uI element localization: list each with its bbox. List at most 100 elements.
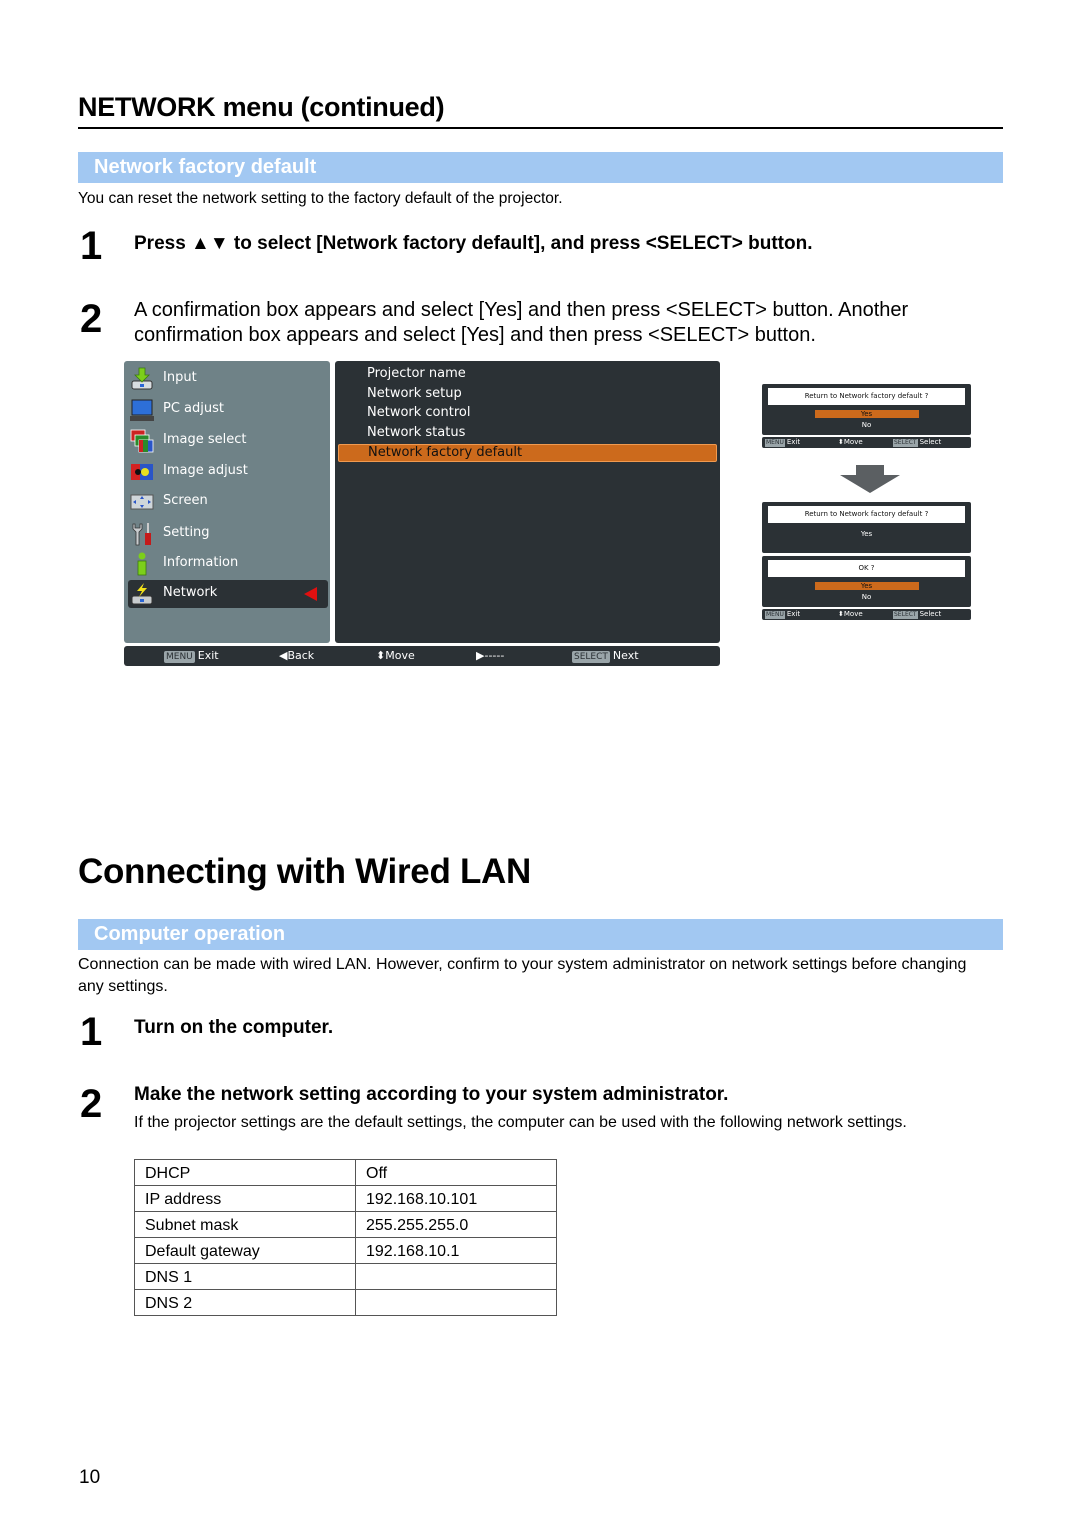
dialog-option-yes[interactable]: Yes (762, 410, 971, 418)
selection-pointer-icon (304, 587, 317, 601)
network-icon (131, 583, 153, 605)
setting-name: DHCP (134, 1159, 356, 1186)
select-key-icon: SELECT (572, 651, 610, 663)
osd-item-label: Input (163, 370, 197, 385)
dialog-question: Return to Network factory default ? (768, 388, 965, 405)
setting-value: 192.168.10.101 (355, 1185, 557, 1212)
table-row: DNS 2 (134, 1289, 557, 1316)
step-number: 2 (80, 1082, 103, 1126)
confirm-dialog-second-bottom: OK ? Yes No (762, 556, 971, 607)
submenu-item-network-setup[interactable]: Network setup (367, 386, 462, 401)
footer-forward-label: ----- (484, 649, 505, 662)
footer-back[interactable]: ◀Back (279, 649, 314, 662)
setting-value (355, 1263, 557, 1290)
setting-icon (132, 523, 151, 546)
wired-lan-intro: Connection can be made with wired LAN. H… (78, 956, 967, 995)
step-text: Make the network setting according to yo… (134, 1084, 729, 1105)
dialog-option-yes[interactable]: Yes (762, 582, 971, 590)
select-key-icon: SELECT (893, 611, 918, 619)
table-row: Subnet mask 255.255.255.0 (134, 1211, 557, 1238)
footer-move-label: Move (385, 649, 415, 662)
step-text: A confirmation box appears and select [Y… (134, 299, 909, 346)
dialog-footer-select[interactable]: SELECT Select (893, 438, 941, 447)
section-heading: NETWORK menu (continued) (78, 92, 445, 122)
main-heading: Connecting with Wired LAN (78, 852, 531, 891)
menu-key-icon: MENU (164, 651, 195, 663)
image-select-icon (130, 429, 154, 453)
osd-item-image-select[interactable]: Image select (128, 427, 328, 455)
input-icon (131, 367, 153, 390)
page-number: 10 (79, 1467, 101, 1488)
dialog-question: OK ? (768, 560, 965, 577)
confirm-dialog-second-top: Return to Network factory default ? Yes (762, 502, 971, 553)
osd-item-screen[interactable]: Screen (128, 488, 328, 516)
osd-main-menu: Input PC adjust Image select Image adjus… (124, 361, 330, 643)
dialog-option-no[interactable]: No (762, 593, 971, 601)
submenu-item-network-factory-default[interactable]: Network factory default (338, 444, 717, 462)
setting-value: 255.255.255.0 (355, 1211, 557, 1238)
osd-item-setting[interactable]: Setting (128, 520, 328, 548)
footer-next[interactable]: SELECT Next (572, 649, 639, 663)
setting-name: Subnet mask (134, 1211, 356, 1238)
step-number: 2 (80, 297, 103, 341)
osd-footer: MENU Exit ◀Back ⬍Move ▶----- SELECT Next (124, 646, 720, 666)
footer-move[interactable]: ⬍Move (376, 649, 415, 662)
step-text: Press ▲▼ to select [Network factory defa… (134, 233, 813, 254)
step-text: Turn on the computer. (134, 1017, 334, 1038)
dialog-footer-move[interactable]: ⬍Move (838, 438, 863, 446)
osd-item-image-adjust[interactable]: Image adjust (128, 458, 328, 486)
dialog-question: Return to Network factory default ? (768, 506, 965, 523)
osd-item-label: Setting (163, 525, 210, 540)
setting-value: Off (355, 1159, 557, 1186)
step-number: 1 (80, 1010, 103, 1054)
menu-key-icon: MENU (765, 439, 785, 447)
step-number: 1 (80, 224, 103, 268)
screen-icon (130, 494, 154, 510)
network-settings-table: DHCP Off IP address 192.168.10.101 Subnet … (134, 1159, 557, 1316)
information-icon (137, 552, 147, 576)
osd-item-label: Information (163, 555, 239, 570)
osd-item-input[interactable]: Input (128, 365, 328, 393)
osd-item-information[interactable]: Information (128, 550, 328, 578)
table-row: DHCP Off (134, 1159, 557, 1186)
setting-name: IP address (134, 1185, 356, 1212)
factory-default-intro: You can reset the network setting to the… (78, 190, 563, 207)
table-row: DNS 1 (134, 1263, 557, 1290)
submenu-item-projector-name[interactable]: Projector name (367, 366, 466, 381)
setting-name: DNS 2 (134, 1289, 356, 1316)
osd-item-label: Network (163, 585, 218, 600)
band-computer-operation: Computer operation (78, 919, 1003, 950)
dialog-footer-exit[interactable]: MENU Exit (765, 438, 800, 447)
submenu-item-network-status[interactable]: Network status (367, 425, 465, 440)
table-row: Default gateway 192.168.10.1 (134, 1237, 557, 1264)
pc-adjust-icon (130, 399, 154, 421)
osd-item-label: PC adjust (163, 401, 224, 416)
dialog-option-no[interactable]: No (762, 421, 971, 429)
osd-item-pc-adjust[interactable]: PC adjust (128, 396, 328, 424)
footer-exit-label: Exit (197, 649, 219, 662)
dialog-footer-select[interactable]: SELECT Select (893, 610, 941, 619)
up-down-arrow-icon: ⬍ (376, 649, 386, 662)
footer-exit[interactable]: MENU Exit (164, 649, 219, 663)
osd-item-label: Image adjust (163, 463, 248, 478)
table-row: IP address 192.168.10.101 (134, 1185, 557, 1212)
footer-forward: ▶----- (476, 649, 504, 662)
dialog-answer: Yes (860, 530, 873, 538)
osd-item-network[interactable]: Network (128, 580, 328, 608)
menu-key-icon: MENU (765, 611, 785, 619)
image-adjust-icon (131, 464, 153, 480)
dialog-footer: MENU Exit ⬍Move SELECT Select (762, 437, 971, 448)
band-title: Computer operation (94, 923, 286, 945)
setting-name: Default gateway (134, 1237, 356, 1264)
dialog-footer: MENU Exit ⬍Move SELECT Select (762, 609, 971, 620)
dialog-footer-exit[interactable]: MENU Exit (765, 610, 800, 619)
setting-value (355, 1289, 557, 1316)
osd-network-submenu: Projector name Network setup Network con… (335, 361, 720, 643)
submenu-item-network-control[interactable]: Network control (367, 405, 470, 420)
band-title: Network factory default (94, 156, 317, 178)
heading-rule (78, 127, 1003, 129)
setting-name: DNS 1 (134, 1263, 356, 1290)
dialog-footer-move[interactable]: ⬍Move (838, 610, 863, 618)
band-network-factory-default: Network factory default (78, 152, 1003, 183)
footer-back-label: Back (287, 649, 315, 662)
